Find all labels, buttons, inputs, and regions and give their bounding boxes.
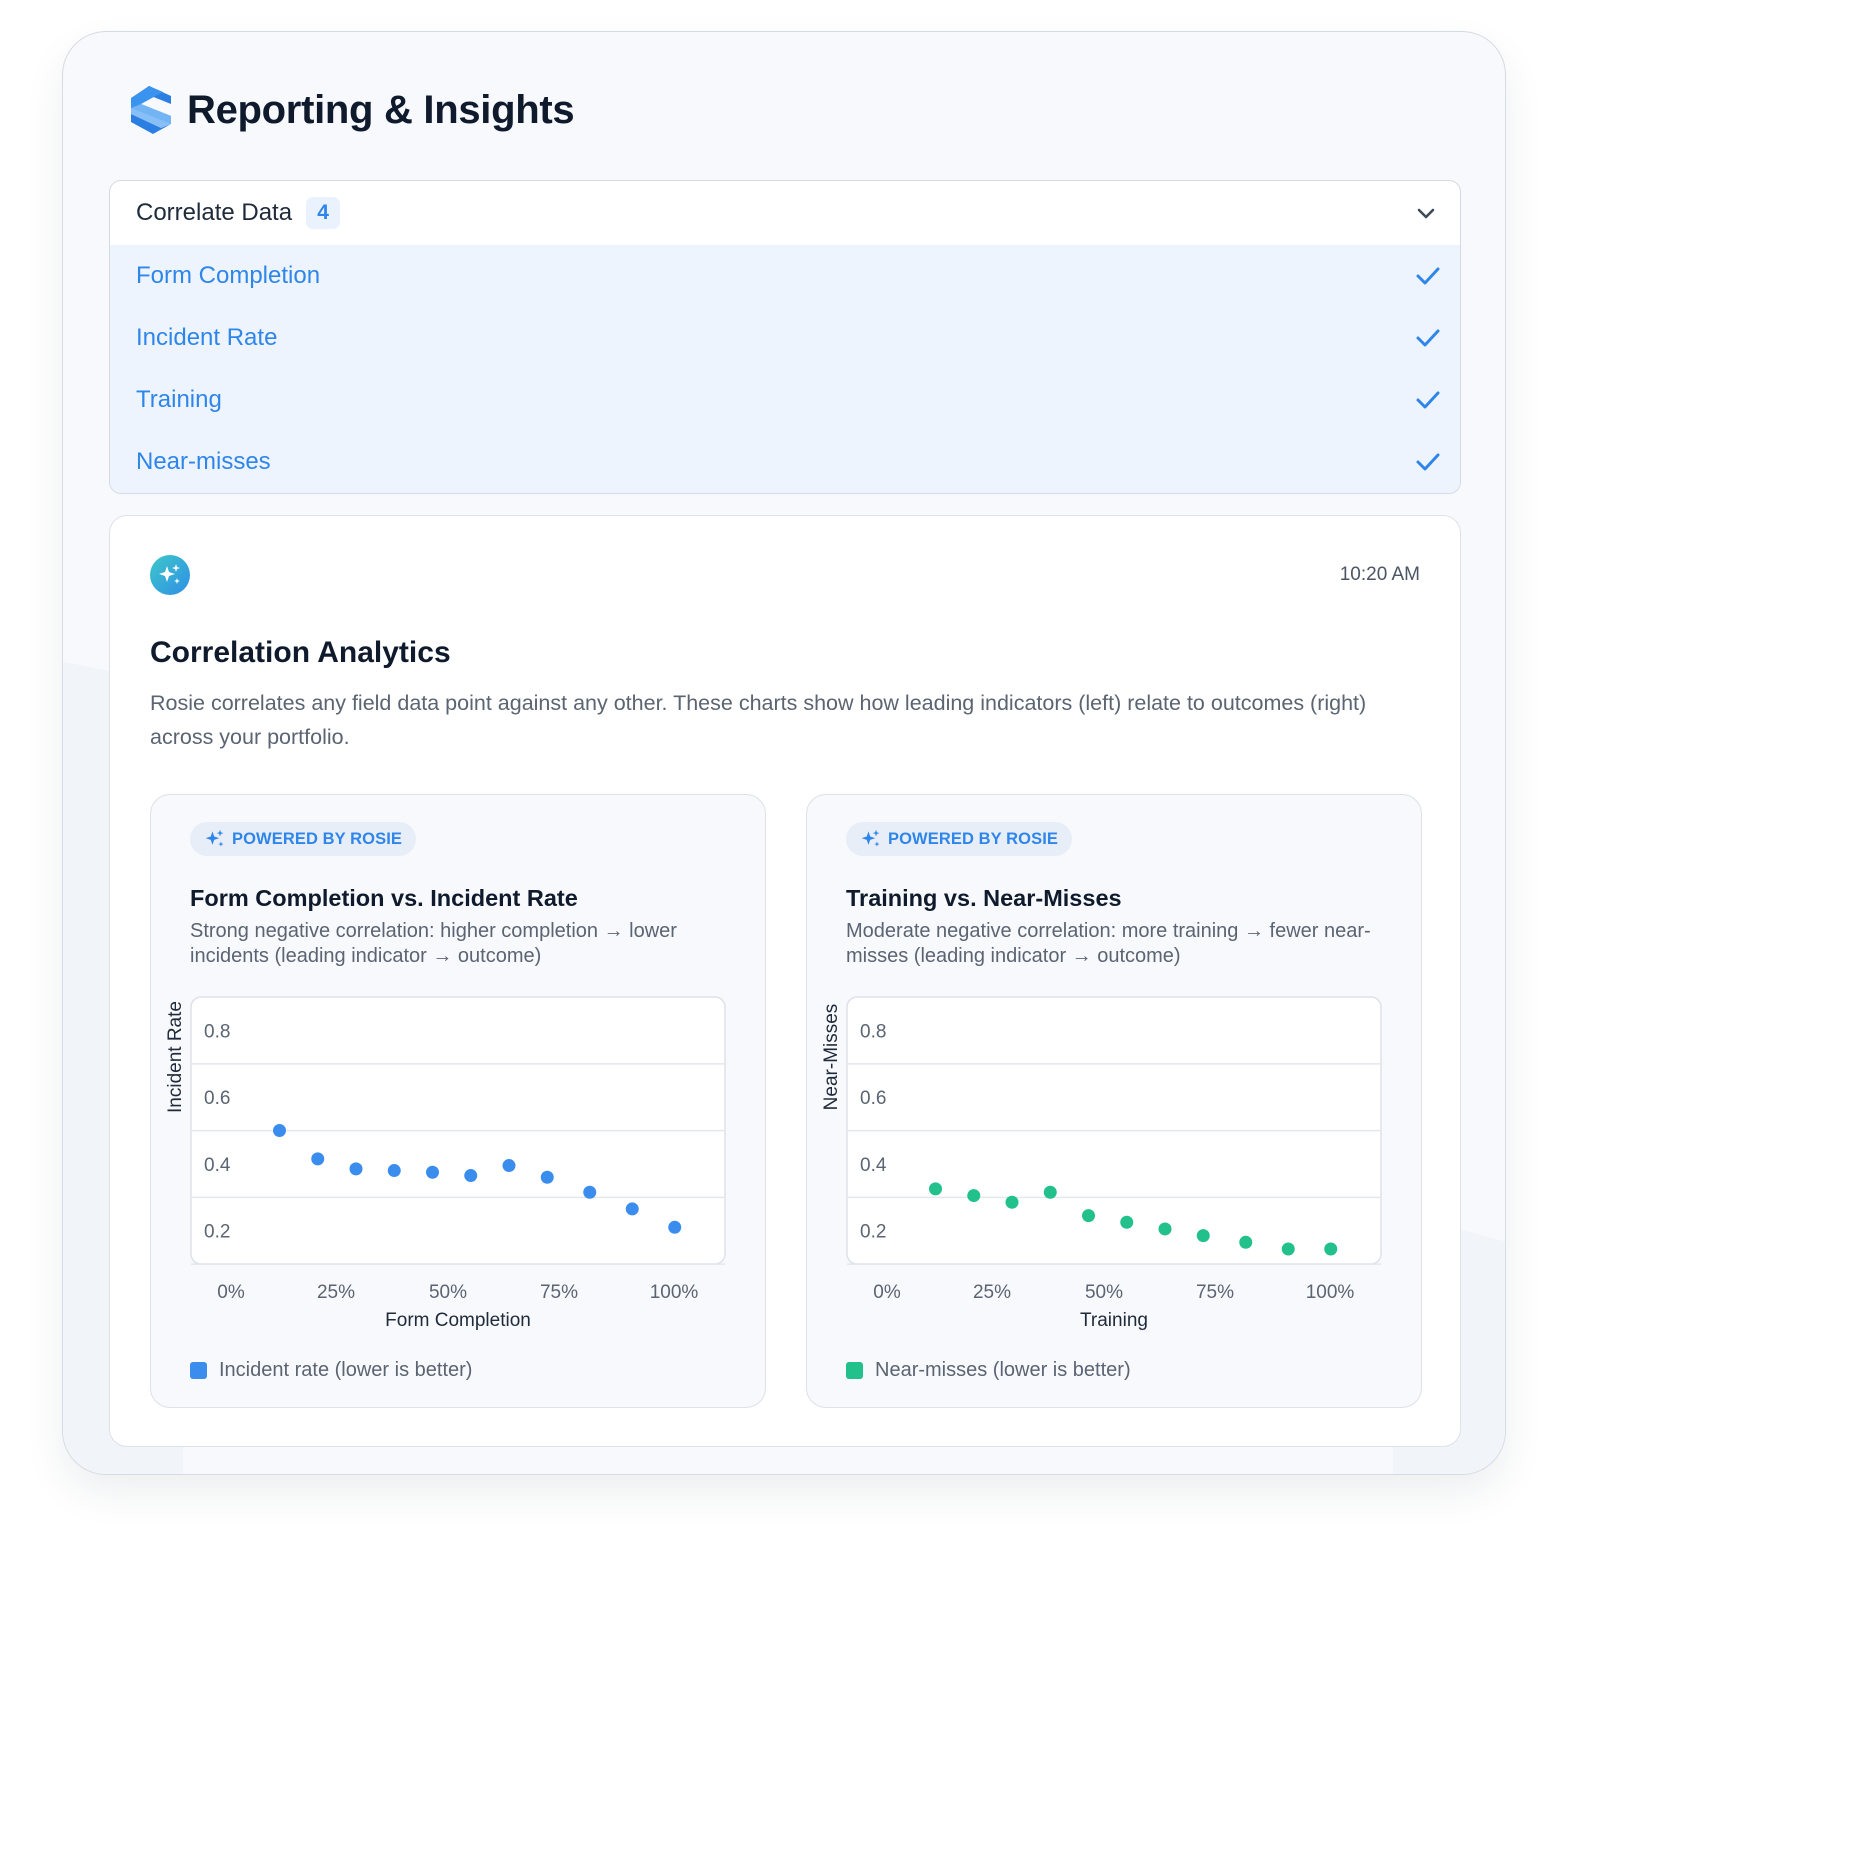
data-point (1082, 1209, 1095, 1223)
data-point (1281, 1242, 1295, 1256)
y-tick-label: 0.4 (860, 1155, 887, 1176)
y-tick-label: 0.6 (204, 1088, 230, 1109)
data-point (349, 1162, 363, 1176)
data-point (1005, 1195, 1019, 1209)
dropdown-title: Correlate Data (136, 199, 293, 226)
data-point (464, 1169, 478, 1183)
y-tick-label: 0.2 (204, 1222, 230, 1243)
x-tick-label: 50% (1085, 1282, 1123, 1303)
data-point (426, 1165, 439, 1179)
scatter-plot: 0.8 0.6 0.4 0.2 0% 25% 50% 75% 100% Form Completi… (165, 996, 726, 1331)
data-point (668, 1220, 682, 1234)
card-title: Correlation Analytics (150, 636, 451, 669)
data-point (273, 1124, 286, 1137)
y-tick-label: 0.2 (860, 1222, 886, 1243)
option-incident-rate[interactable]: Incident Rate (110, 307, 1460, 369)
y-tick-label: 0.8 (860, 1021, 886, 1042)
x-tick-label: 0% (217, 1282, 245, 1303)
data-point (540, 1170, 554, 1184)
legend-label: Incident rate (lower is better) (219, 1359, 473, 1381)
x-axis-label: Form Completion (385, 1310, 531, 1331)
option-label: Incident Rate (136, 324, 278, 351)
y-tick-label: 0.8 (204, 1021, 230, 1042)
card-description: Rosie correlates any field data point ag… (150, 691, 1367, 749)
option-label: Training (136, 386, 222, 413)
data-point (929, 1182, 942, 1196)
x-tick-label: 75% (1196, 1282, 1234, 1303)
message-timestamp: 10:20 AM (1339, 564, 1420, 585)
data-point (1196, 1229, 1210, 1243)
chart-legend: Near-misses (lower is better) (846, 1359, 1131, 1382)
data-point (1158, 1222, 1172, 1236)
check-icon (1416, 329, 1440, 347)
data-point (387, 1164, 401, 1178)
brand-logo-icon (131, 86, 171, 134)
x-tick-label: 75% (540, 1282, 578, 1303)
legend-label: Near-misses (lower is better) (875, 1359, 1131, 1381)
option-near-misses[interactable]: Near-misses (110, 431, 1460, 493)
chart-card-training: POWERED BY ROSIE Training vs. Near-Misse… (806, 794, 1422, 1408)
chart-card-form-completion: POWERED BY ROSIE Form Completion vs. Inc… (150, 794, 766, 1408)
data-point (967, 1189, 981, 1203)
x-axis-label: Training (1080, 1310, 1148, 1331)
app-window: Reporting & Insights Correlate Data 4 Fo… (62, 31, 1506, 1475)
x-tick-label: 100% (650, 1282, 699, 1303)
sparkle-icon (159, 564, 180, 584)
chart-legend: Incident rate (lower is better) (190, 1359, 472, 1382)
dropdown-options: Form Completion Incident Rate Training N… (110, 245, 1460, 493)
ai-assistant-avatar (150, 555, 190, 595)
x-tick-label: 100% (1306, 1282, 1355, 1303)
data-point (583, 1185, 597, 1199)
page-title: Reporting & Insights (187, 87, 575, 132)
data-point (311, 1152, 325, 1166)
check-icon (1416, 391, 1440, 409)
data-point (1324, 1242, 1338, 1256)
option-label: Near-misses (136, 448, 271, 475)
check-icon (1416, 453, 1440, 471)
y-tick-label: 0.6 (860, 1088, 886, 1109)
ai-response-card: 10:20 AM Correlation Analytics Rosie cor… (109, 515, 1461, 1447)
y-axis-label: Incident Rate (165, 1001, 186, 1113)
data-point (502, 1159, 516, 1173)
page-header: Reporting & Insights (127, 82, 575, 138)
legend-swatch (846, 1362, 863, 1379)
data-point (1239, 1235, 1253, 1249)
x-tick-label: 0% (873, 1282, 901, 1303)
option-form-completion[interactable]: Form Completion (110, 245, 1460, 307)
option-training[interactable]: Training (110, 369, 1460, 431)
y-tick-label: 0.4 (204, 1155, 231, 1176)
dropdown-header[interactable]: Correlate Data 4 (110, 181, 1460, 245)
x-tick-label: 25% (973, 1282, 1011, 1303)
chevron-down-icon[interactable] (1414, 201, 1438, 225)
legend-swatch (190, 1362, 207, 1379)
data-point (625, 1202, 639, 1216)
selected-count-badge: 4 (306, 197, 341, 229)
option-label: Form Completion (136, 262, 321, 289)
y-axis-label: Near-Misses (821, 1004, 842, 1111)
correlate-data-dropdown: Correlate Data 4 Form Completion Inciden… (109, 180, 1461, 494)
data-point (1120, 1215, 1134, 1229)
x-tick-label: 25% (317, 1282, 355, 1303)
scatter-plot: 0.8 0.6 0.4 0.2 0% 25% 50% 75% 100% Training Near-… (821, 996, 1382, 1331)
x-tick-label: 50% (429, 1282, 467, 1303)
check-icon (1416, 267, 1440, 285)
data-point (1043, 1185, 1057, 1199)
